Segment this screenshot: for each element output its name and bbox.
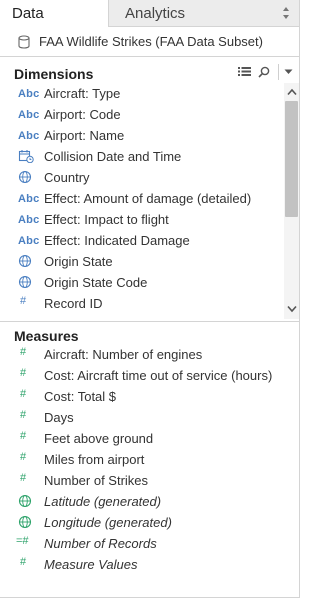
field-row[interactable]: # Feet above ground — [0, 428, 284, 449]
tab-analytics[interactable]: Analytics — [109, 0, 299, 27]
field-row[interactable]: # Cost: Total $ — [0, 386, 284, 407]
field-row[interactable]: Latitude (generated) — [0, 491, 284, 512]
number-type-icon: # — [20, 367, 27, 379]
field-label: Origin State Code — [44, 275, 148, 290]
field-row[interactable]: Abc Effect: Indicated Damage — [0, 230, 284, 251]
scroll-thumb[interactable] — [285, 101, 298, 217]
field-row[interactable]: Origin State Code — [0, 272, 284, 293]
datasource-name: FAA Wildlife Strikes (FAA Data Subset) — [39, 34, 263, 49]
string-type-icon: Abc — [18, 235, 40, 247]
field-row[interactable]: Abc Airport: Code — [0, 104, 284, 125]
scroll-up-icon[interactable] — [287, 88, 297, 96]
scroll-down-icon[interactable] — [287, 305, 297, 313]
field-label: Measure Values — [44, 557, 138, 572]
tab-data-label: Data — [12, 5, 44, 22]
dimensions-list: Abc Aircraft: Type Abc Airport: Code Abc… — [0, 83, 284, 315]
globe-icon — [18, 515, 32, 529]
datasource-row[interactable]: FAA Wildlife Strikes (FAA Data Subset) — [0, 27, 299, 57]
field-label: Days — [44, 410, 74, 425]
calculated-number-icon: =# — [16, 535, 29, 547]
dimensions-header: Dimensions — [0, 60, 299, 84]
field-row[interactable]: Country — [0, 167, 284, 188]
field-row[interactable]: Abc Effect: Impact to flight — [0, 209, 284, 230]
string-type-icon: Abc — [18, 130, 40, 142]
list-view-icon[interactable] — [238, 66, 251, 77]
field-label: Country — [44, 170, 90, 185]
calendar-icon — [18, 150, 34, 163]
field-row[interactable]: # Miles from airport — [0, 449, 284, 470]
measures-list: # Aircraft: Number of engines # Cost: Ai… — [0, 344, 284, 575]
field-label: Aircraft: Number of engines — [44, 347, 203, 362]
field-label: Effect: Impact to flight — [44, 212, 169, 227]
field-row[interactable]: Origin State — [0, 251, 284, 272]
field-label: Number of Strikes — [44, 473, 149, 488]
field-label: Longitude (generated) — [44, 515, 172, 530]
search-icon[interactable] — [258, 66, 270, 78]
globe-icon — [18, 254, 32, 268]
field-label: Feet above ground — [44, 431, 154, 446]
field-row[interactable]: # Record ID — [0, 293, 284, 314]
number-type-icon: # — [20, 409, 27, 421]
field-row[interactable]: Abc Effect: Amount of damage (detailed) — [0, 188, 284, 209]
field-label: Number of Records — [44, 536, 157, 551]
tab-analytics-label: Analytics — [125, 5, 186, 22]
globe-icon — [18, 275, 32, 289]
field-row[interactable]: # Days — [0, 407, 284, 428]
dimensions-scrollbar[interactable] — [284, 83, 299, 319]
field-row[interactable]: # Cost: Aircraft time out of service (ho… — [0, 365, 284, 386]
field-label: Cost: Total $ — [44, 389, 117, 404]
field-row[interactable]: # Number of Strikes — [0, 470, 284, 491]
field-row[interactable]: =# Number of Records — [0, 533, 284, 554]
field-label: Effect: Indicated Damage — [44, 233, 190, 248]
field-row[interactable]: Longitude (generated) — [0, 512, 284, 533]
string-type-icon: Abc — [18, 88, 40, 100]
field-label: Record ID — [44, 296, 103, 311]
dimensions-title: Dimensions — [14, 66, 94, 82]
tab-data[interactable]: Data — [0, 0, 109, 27]
field-label: Effect: Amount of damage (detailed) — [44, 191, 252, 206]
string-type-icon: Abc — [18, 193, 40, 205]
chevron-down-icon[interactable] — [284, 69, 293, 75]
field-row[interactable]: Abc Airport: Name — [0, 125, 284, 146]
field-label: Collision Date and Time — [44, 149, 182, 164]
string-type-icon: Abc — [18, 109, 40, 121]
field-row[interactable]: # Aircraft: Number of engines — [0, 344, 284, 365]
number-type-icon: # — [20, 346, 27, 358]
number-type-icon: # — [20, 388, 27, 400]
field-label: Airport: Name — [44, 128, 125, 143]
globe-icon — [18, 170, 32, 184]
field-label: Cost: Aircraft time out of service (hour… — [44, 368, 273, 383]
pane-tabs: Data Analytics — [0, 0, 299, 27]
field-row[interactable]: Abc Aircraft: Type — [0, 83, 284, 104]
data-pane: Data Analytics FAA Wildlife Strikes (FAA… — [0, 0, 300, 598]
number-type-icon: # — [20, 472, 27, 484]
field-label: Miles from airport — [44, 452, 145, 467]
number-type-icon: # — [20, 451, 27, 463]
field-row[interactable]: Collision Date and Time — [0, 146, 284, 167]
field-label: Airport: Code — [44, 107, 121, 122]
number-type-icon: # — [20, 295, 27, 307]
number-type-icon: # — [20, 430, 27, 442]
string-type-icon: Abc — [18, 214, 40, 226]
field-row[interactable]: # Measure Values — [0, 554, 284, 575]
field-label: Origin State — [44, 254, 113, 269]
dropdown-arrows-icon[interactable] — [282, 6, 290, 20]
field-label: Aircraft: Type — [44, 86, 121, 101]
measures-title: Measures — [14, 328, 79, 344]
header-divider — [278, 64, 279, 80]
number-type-icon: # — [20, 556, 27, 568]
database-icon — [18, 35, 30, 49]
globe-icon — [18, 494, 32, 508]
field-label: Latitude (generated) — [44, 494, 162, 509]
measures-header: Measures — [0, 321, 299, 346]
